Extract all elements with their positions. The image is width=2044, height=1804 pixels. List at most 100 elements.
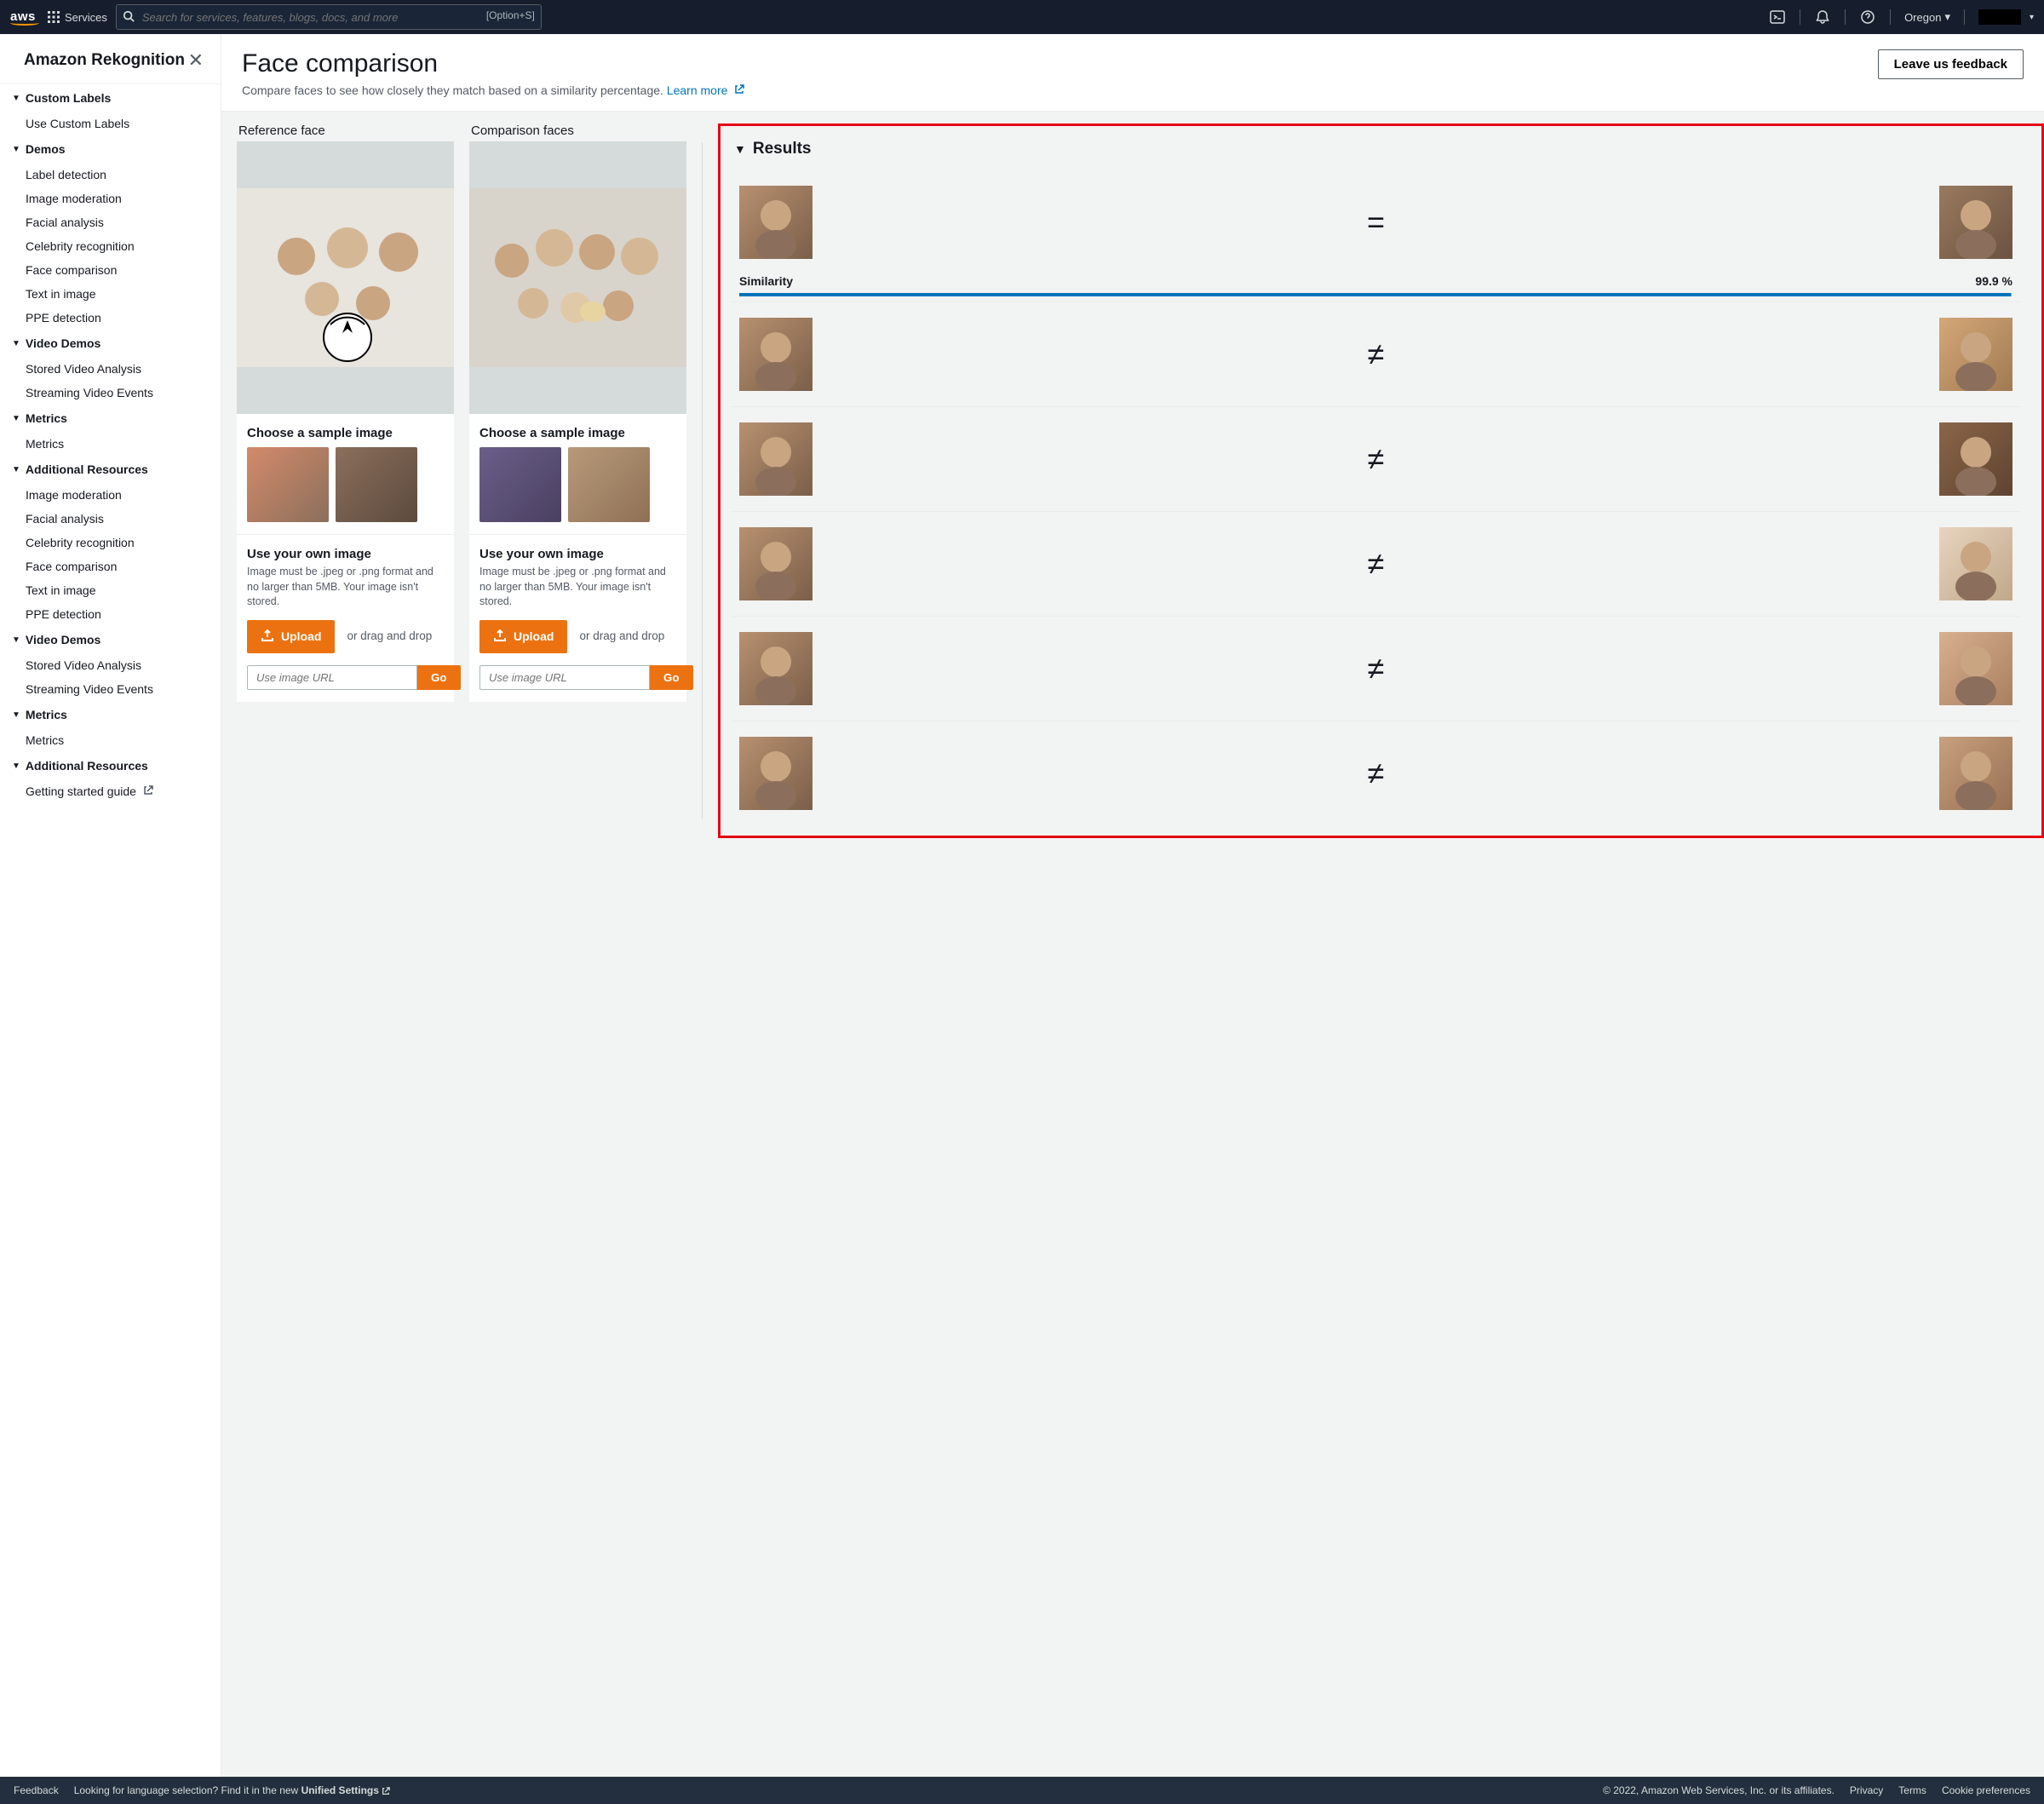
upload-icon	[261, 629, 274, 645]
nav-section-heading[interactable]: ▼Video Demos	[0, 626, 221, 653]
footer-cookies-link[interactable]: Cookie preferences	[1942, 1784, 2030, 1796]
nav-item[interactable]: Getting started guide	[0, 779, 221, 803]
nav-item[interactable]: Facial analysis	[0, 507, 221, 531]
nav-item[interactable]: Label detection	[0, 163, 221, 187]
footer-terms-link[interactable]: Terms	[1898, 1784, 1926, 1796]
footer: Feedback Looking for language selection?…	[0, 1777, 2044, 1804]
sample-title: Choose a sample image	[479, 426, 676, 440]
upload-button-reference[interactable]: Upload	[247, 620, 335, 653]
external-link-icon	[143, 784, 153, 798]
notifications-icon[interactable]	[1814, 9, 1831, 26]
face-thumb	[739, 737, 812, 810]
similarity-value: 99.9 %	[1975, 274, 2012, 288]
nav-item[interactable]: Use Custom Labels	[0, 112, 221, 135]
not-equals-icon: ≠	[1368, 546, 1385, 582]
face-thumb	[1939, 422, 2012, 496]
not-equals-icon: ≠	[1368, 651, 1385, 687]
search-container: [Option+S]	[116, 4, 542, 30]
page-title: Face comparison	[242, 49, 744, 78]
caret-down-icon: ▼	[12, 635, 20, 645]
results-title: Results	[753, 140, 812, 158]
nav-item[interactable]: Facial analysis	[0, 210, 221, 234]
nav-section-heading[interactable]: ▼Metrics	[0, 701, 221, 728]
sample-thumb-3[interactable]	[479, 447, 561, 522]
nav-item[interactable]: Streaming Video Events	[0, 381, 221, 405]
vertical-divider	[702, 142, 703, 819]
footer-privacy-link[interactable]: Privacy	[1850, 1784, 1883, 1796]
result-row: =	[731, 170, 2021, 274]
go-button-reference[interactable]: Go	[417, 665, 461, 690]
nav-item[interactable]: Streaming Video Events	[0, 677, 221, 701]
reference-column: Reference face Choose a sample image	[237, 124, 454, 702]
footer-feedback-link[interactable]: Feedback	[14, 1784, 59, 1796]
face-thumb	[1939, 737, 2012, 810]
aws-logo[interactable]: aws	[10, 9, 39, 26]
services-grid-icon	[48, 11, 60, 23]
nav-section-heading[interactable]: ▼Custom Labels	[0, 84, 221, 112]
nav-section-heading[interactable]: ▼Metrics	[0, 405, 221, 432]
help-icon[interactable]	[1859, 9, 1876, 26]
face-thumb	[1939, 186, 2012, 259]
cloudshell-icon[interactable]	[1769, 9, 1786, 26]
sample-thumb-1[interactable]	[247, 447, 329, 522]
account-menu[interactable]	[1978, 9, 2021, 25]
nav-item[interactable]: Face comparison	[0, 554, 221, 578]
upload-button-comparison[interactable]: Upload	[479, 620, 567, 653]
learn-more-link[interactable]: Learn more	[667, 83, 744, 97]
nav-item[interactable]: Stored Video Analysis	[0, 653, 221, 677]
leave-feedback-button[interactable]: Leave us feedback	[1878, 49, 2024, 79]
search-input[interactable]	[116, 4, 542, 30]
comparison-label: Comparison faces	[469, 124, 686, 138]
result-row: ≠	[731, 721, 2021, 825]
sample-title: Choose a sample image	[247, 426, 444, 440]
nav-item[interactable]: Stored Video Analysis	[0, 357, 221, 381]
nav-item[interactable]: Celebrity recognition	[0, 531, 221, 554]
go-button-comparison[interactable]: Go	[650, 665, 693, 690]
family-photo-placeholder	[237, 141, 454, 414]
results-panel: ▼ Results =Similarity99.9 %≠≠≠≠≠	[718, 124, 2044, 838]
nav-section-heading[interactable]: ▼Video Demos	[0, 330, 221, 357]
region-label: Oregon	[1904, 11, 1941, 24]
nav-item[interactable]: PPE detection	[0, 602, 221, 626]
not-equals-icon: ≠	[1368, 336, 1385, 372]
comparison-image	[469, 141, 686, 414]
own-image-title: Use your own image	[247, 547, 444, 561]
search-shortcut: [Option+S]	[486, 9, 535, 21]
nav-item[interactable]: Celebrity recognition	[0, 234, 221, 258]
equals-icon: =	[1367, 204, 1385, 240]
nav-item[interactable]: Metrics	[0, 728, 221, 752]
nav-section-heading[interactable]: ▼Additional Resources	[0, 752, 221, 779]
caret-down-icon: ▼	[734, 142, 746, 156]
unified-settings-link[interactable]: Unified Settings	[301, 1784, 391, 1796]
caret-down-icon: ▼	[12, 339, 20, 348]
own-image-desc: Image must be .jpeg or .png format and n…	[479, 565, 676, 610]
nav-section-heading[interactable]: ▼Additional Resources	[0, 456, 221, 483]
nav-item[interactable]: Image moderation	[0, 187, 221, 210]
reference-image	[237, 141, 454, 414]
search-icon	[123, 10, 135, 25]
face-thumb	[1939, 632, 2012, 705]
sample-thumb-4[interactable]	[568, 447, 650, 522]
nav-item[interactable]: Text in image	[0, 282, 221, 306]
sample-thumb-2[interactable]	[336, 447, 417, 522]
caret-down-icon: ▼	[12, 710, 20, 720]
nav-section-heading[interactable]: ▼Demos	[0, 135, 221, 163]
image-url-input-comparison[interactable]	[479, 665, 650, 690]
result-row: ≠	[731, 406, 2021, 511]
main-content: Face comparison Compare faces to see how…	[221, 34, 2044, 1777]
external-link-icon	[734, 83, 744, 97]
services-menu[interactable]: Services	[48, 11, 107, 24]
similarity-bar	[739, 293, 2012, 296]
nav-item[interactable]: Face comparison	[0, 258, 221, 282]
close-sidebar-icon[interactable]: ✕	[188, 49, 204, 72]
results-header[interactable]: ▼ Results	[731, 136, 2021, 170]
top-nav: aws Services [Option+S] Oregon ▾ ▾	[0, 0, 2044, 34]
face-thumb	[739, 186, 812, 259]
face-thumb	[739, 318, 812, 391]
image-url-input-reference[interactable]	[247, 665, 417, 690]
nav-item[interactable]: Image moderation	[0, 483, 221, 507]
region-selector[interactable]: Oregon ▾	[1904, 10, 1950, 24]
nav-item[interactable]: Text in image	[0, 578, 221, 602]
nav-item[interactable]: Metrics	[0, 432, 221, 456]
nav-item[interactable]: PPE detection	[0, 306, 221, 330]
